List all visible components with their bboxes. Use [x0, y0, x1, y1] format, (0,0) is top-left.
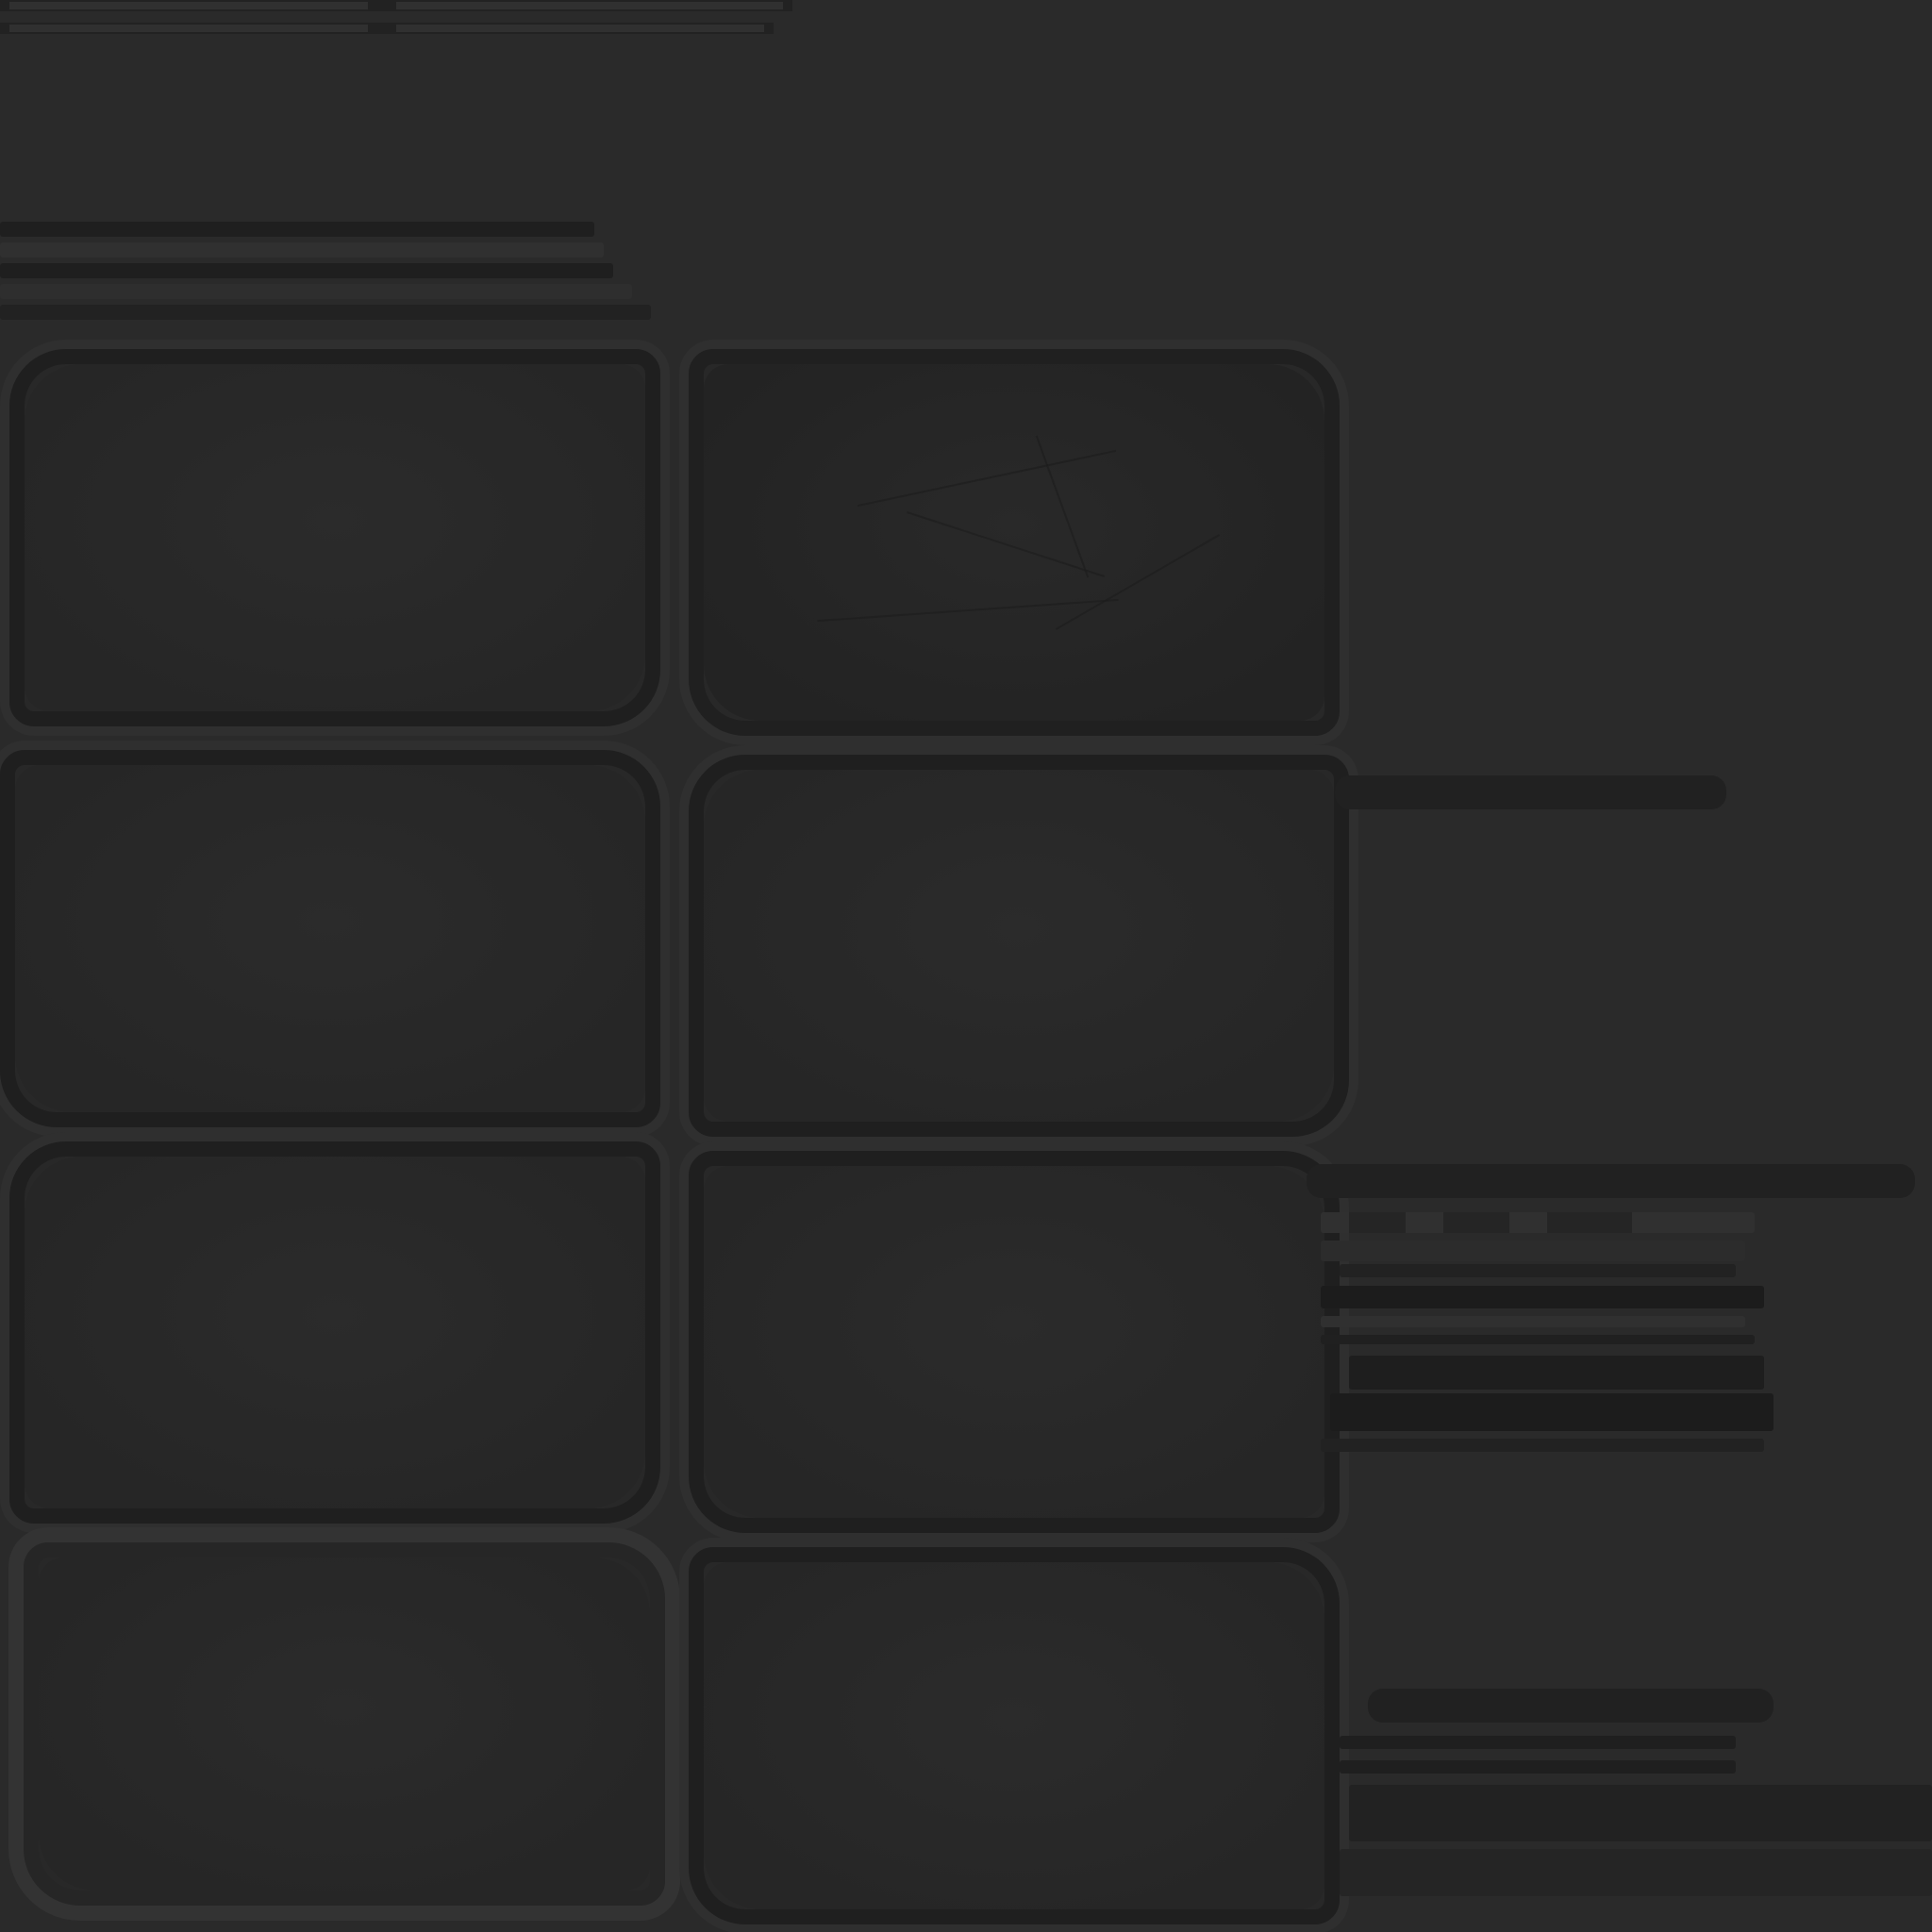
list-row: [1321, 1439, 1764, 1452]
list-row: [1349, 1785, 1932, 1841]
list-row: [1321, 1335, 1755, 1344]
list-row: [1349, 1356, 1764, 1390]
panel-r4-right: [689, 1547, 1340, 1924]
panel-r2-right: [689, 755, 1349, 1137]
list-row: [1340, 1264, 1736, 1277]
right-list-bottom: [1340, 1736, 1932, 1924]
panel-r4-left: [24, 1542, 665, 1906]
list-row: [1340, 1760, 1736, 1774]
top-strip-2: [0, 23, 774, 34]
panel-r2-left: [0, 750, 660, 1127]
panel-r3-right: [689, 1151, 1340, 1533]
list-row: [1321, 1241, 1745, 1261]
header-stack: [0, 222, 651, 335]
right-pill-3: [1368, 1689, 1774, 1723]
list-row: [1321, 1316, 1745, 1327]
list-row: [1330, 1393, 1774, 1431]
panel-r1-right: [689, 349, 1340, 736]
list-row: [1321, 1212, 1755, 1233]
panel-r1-left: [9, 349, 660, 726]
list-row: [1340, 1849, 1932, 1896]
header-bar: [0, 263, 613, 278]
panel-r3-left: [9, 1141, 660, 1524]
header-bar: [0, 284, 632, 299]
list-row: [1321, 1286, 1764, 1308]
top-strip-1: [0, 0, 792, 11]
list-row: [1340, 1736, 1736, 1749]
header-bar: [0, 242, 604, 258]
header-bar: [0, 305, 651, 320]
right-pill-1: [1335, 775, 1726, 809]
header-bar: [0, 222, 594, 237]
right-list: [1321, 1193, 1774, 1476]
